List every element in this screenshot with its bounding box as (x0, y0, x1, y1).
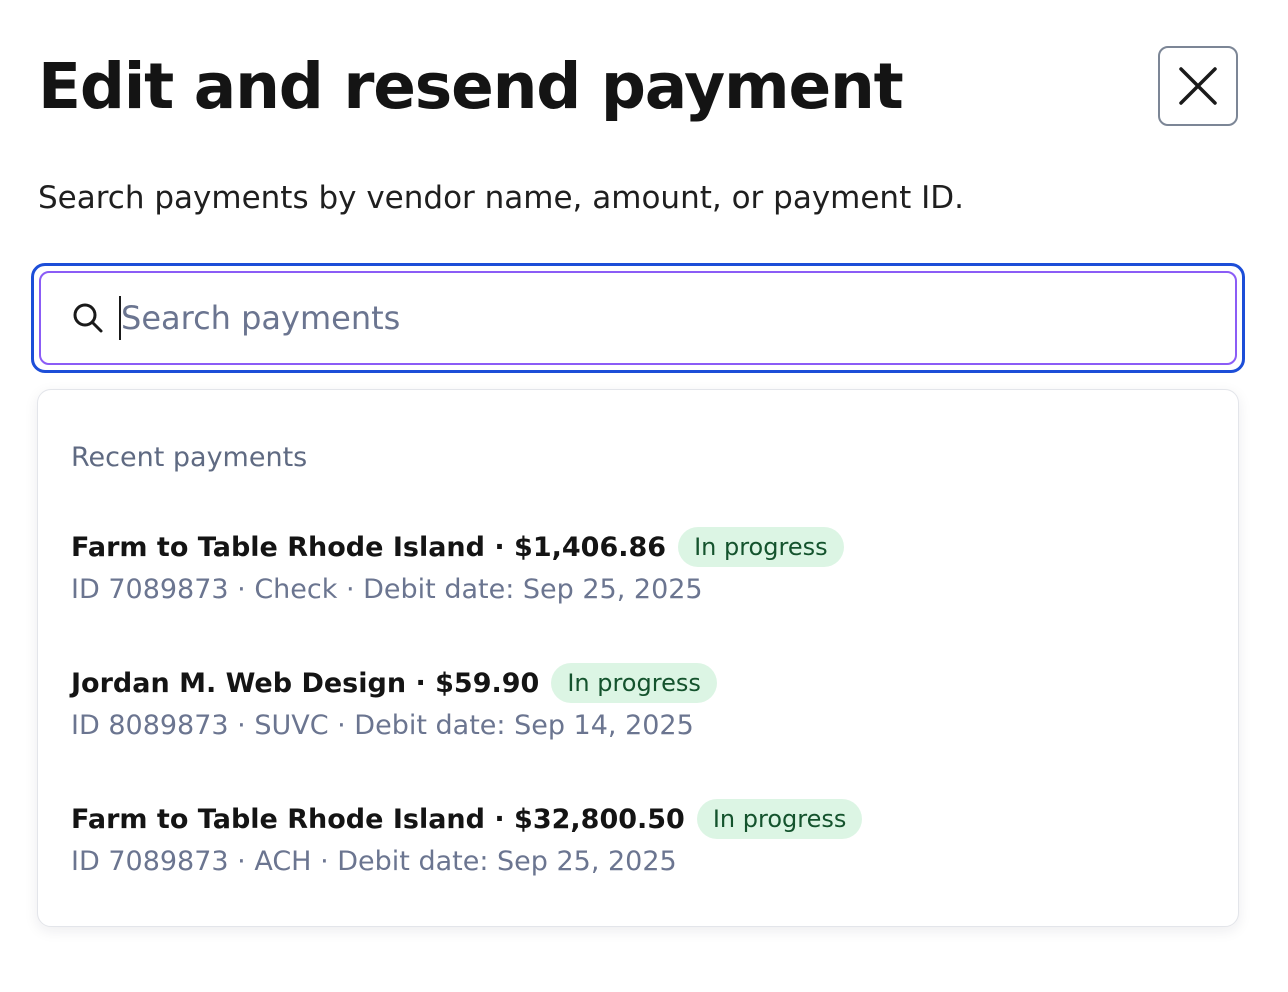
modal-title: Edit and resend payment (38, 50, 904, 123)
payment-item[interactable]: Jordan M. Web Design · $59.90 In progres… (71, 662, 1201, 741)
payment-item-header: Jordan M. Web Design · $59.90 In progres… (71, 662, 1201, 704)
recent-payments-label: Recent payments (71, 442, 308, 473)
search-field (31, 263, 1245, 373)
payment-title: Farm to Table Rhode Island · $1,406.86 (71, 531, 667, 563)
payment-title: Farm to Table Rhode Island · $32,800.50 (71, 803, 685, 835)
payment-details: ID 7089873 · Check · Debit date: Sep 25,… (71, 574, 703, 605)
payment-item[interactable]: Farm to Table Rhode Island · $32,800.50 … (71, 798, 1201, 877)
payment-item[interactable]: Farm to Table Rhode Island · $1,406.86 I… (71, 526, 1201, 605)
search-icon (71, 301, 105, 335)
status-badge: In progress (696, 799, 863, 839)
recent-payments-dropdown: Recent payments Farm to Table Rhode Isla… (37, 389, 1239, 927)
search-input[interactable] (121, 288, 1235, 348)
status-badge: In progress (551, 663, 717, 703)
close-icon (1178, 66, 1218, 106)
status-badge: In progress (678, 527, 844, 567)
close-button[interactable] (1158, 46, 1238, 126)
search-field-inner (39, 271, 1237, 365)
payment-item-header: Farm to Table Rhode Island · $32,800.50 … (71, 798, 1201, 840)
modal-subtitle: Search payments by vendor name, amount, … (38, 180, 964, 216)
payment-item-header: Farm to Table Rhode Island · $1,406.86 I… (71, 526, 1201, 568)
modal-header: Edit and resend payment (38, 0, 1250, 150)
payment-details: ID 8089873 · SUVC · Debit date: Sep 14, … (71, 710, 694, 741)
payment-title: Jordan M. Web Design · $59.90 (71, 667, 540, 699)
edit-resend-payment-modal: Edit and resend payment Search payments … (0, 0, 1288, 992)
payment-details: ID 7089873 · ACH · Debit date: Sep 25, 2… (71, 846, 677, 877)
